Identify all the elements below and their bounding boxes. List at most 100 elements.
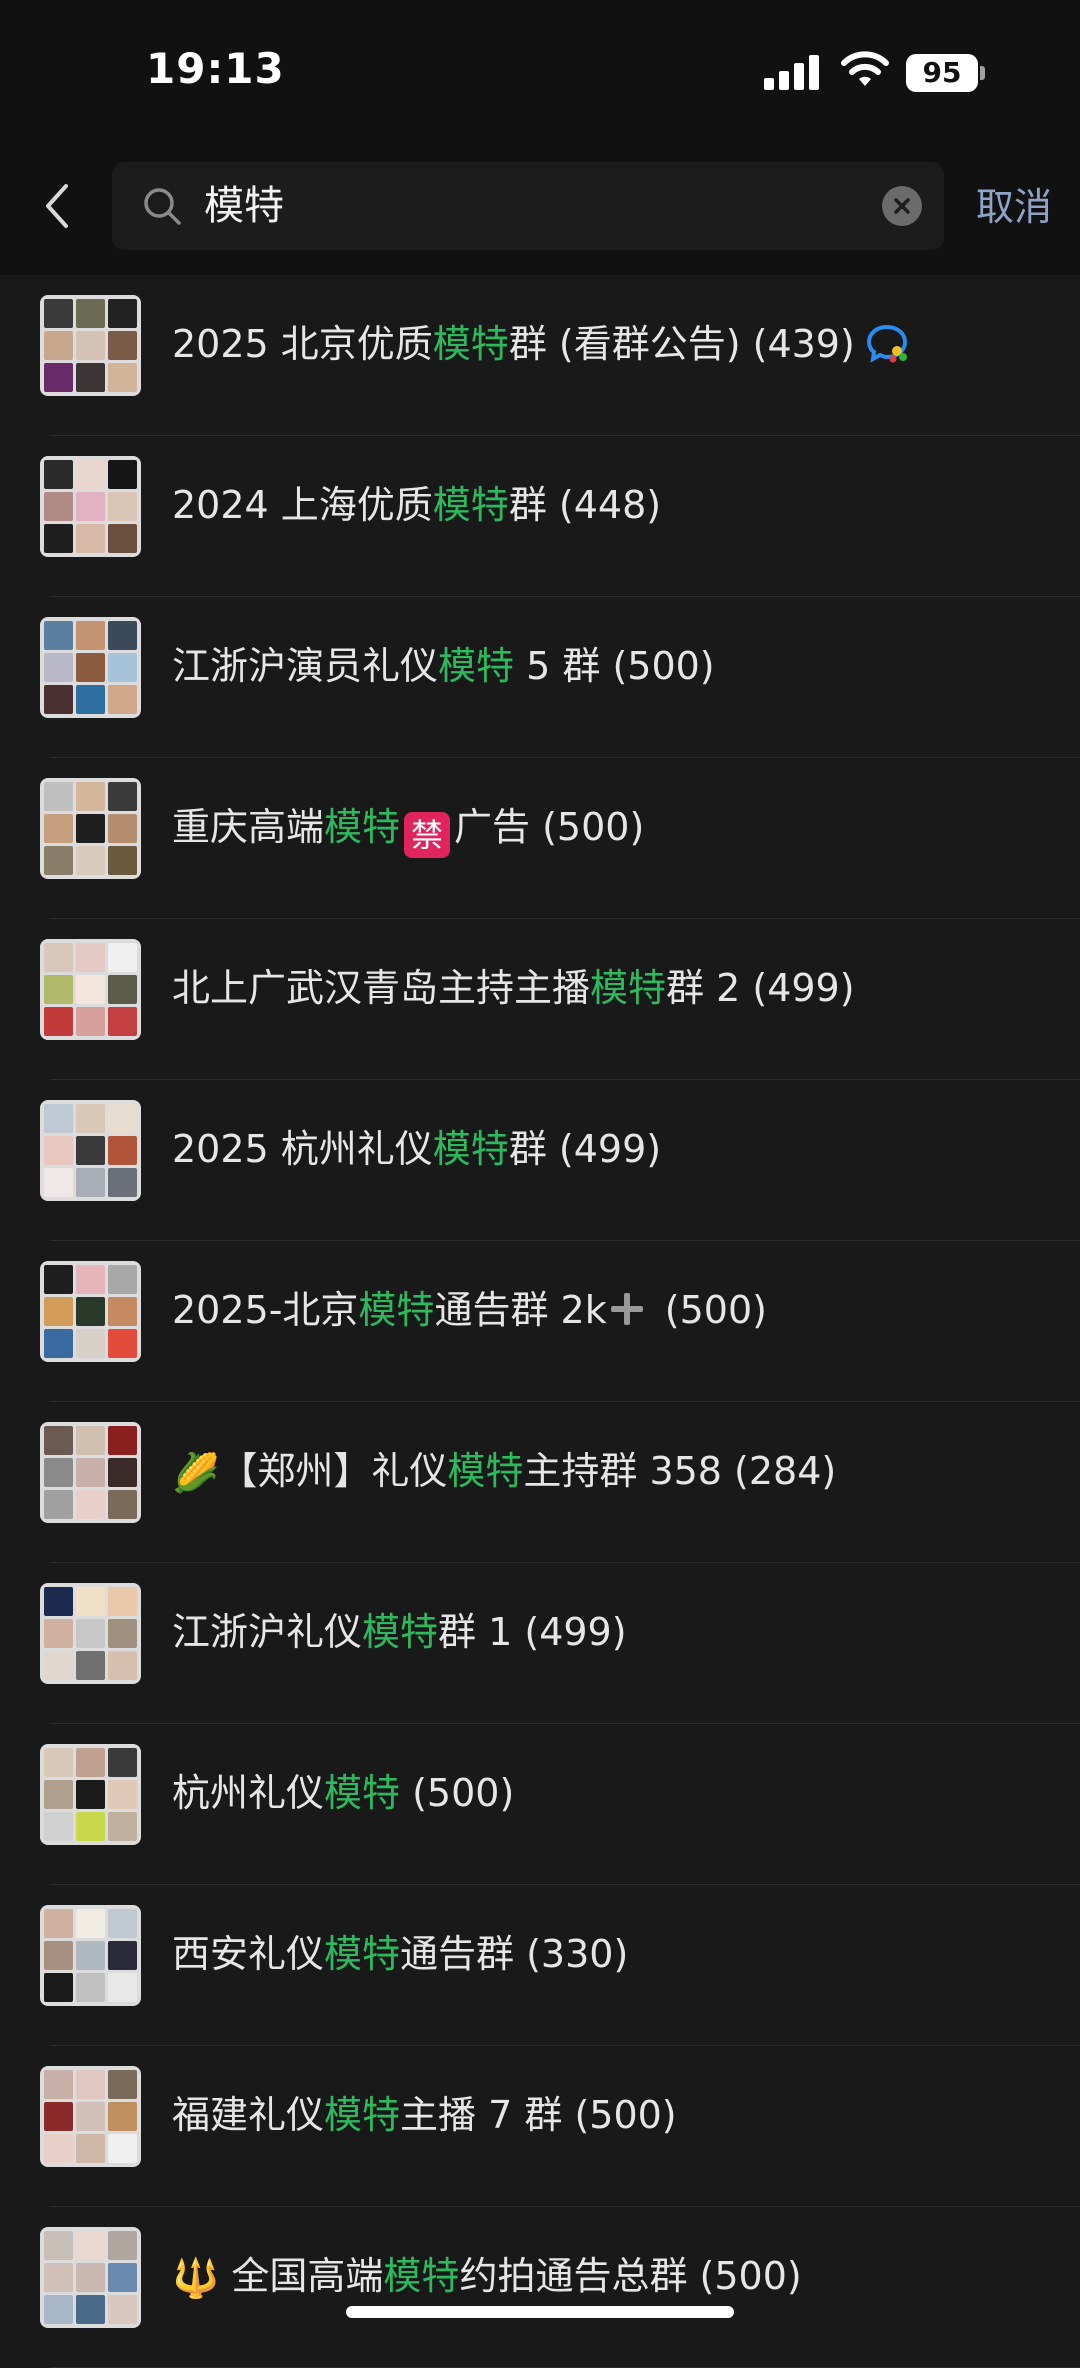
list-item[interactable]: 杭州礼仪模特 (500) xyxy=(0,1724,1080,1885)
avatar-tile xyxy=(44,1909,73,1938)
search-match-highlight: 模特 xyxy=(447,1449,524,1493)
avatar-tile xyxy=(76,1780,105,1809)
avatar-tile xyxy=(44,2070,73,2099)
cellular-signal-icon xyxy=(764,54,824,90)
list-item[interactable]: 🌽【郑州】礼仪模特主持群 358 (284) xyxy=(0,1402,1080,1563)
avatar-tile xyxy=(76,1812,105,1841)
avatar-tile xyxy=(76,1297,105,1326)
avatar-tile xyxy=(108,1619,137,1648)
group-name-text: 西安礼仪 xyxy=(172,1932,325,1976)
group-name-text: 2025 北京优质 xyxy=(172,322,433,366)
list-item[interactable]: 西安礼仪模特通告群 (330) xyxy=(0,1885,1080,2046)
group-name-text: 通告群 2k xyxy=(434,1288,607,1332)
battery-indicator: 95 xyxy=(906,54,978,92)
list-item[interactable]: 重庆高端模特禁广告 (500) xyxy=(0,758,1080,919)
avatar-tile xyxy=(76,1587,105,1616)
avatar-tile xyxy=(44,2295,73,2324)
status-time: 19:13 xyxy=(146,44,285,93)
avatar-tile xyxy=(44,943,73,972)
avatar-tile xyxy=(44,1426,73,1455)
avatar-tile xyxy=(76,331,105,360)
avatar-tile xyxy=(76,1941,105,1970)
search-match-highlight: 模特 xyxy=(324,1932,401,1976)
search-icon xyxy=(144,188,181,225)
avatar-tile xyxy=(44,1587,73,1616)
group-name-text: 2025 杭州礼仪 xyxy=(172,1127,433,1171)
group-avatar xyxy=(40,617,141,718)
avatar-tile xyxy=(76,2295,105,2324)
avatar-tile xyxy=(44,2231,73,2260)
list-item[interactable]: 福建礼仪模特主播 7 群 (500) xyxy=(0,2046,1080,2207)
avatar-tile xyxy=(76,524,105,553)
group-avatar xyxy=(40,939,141,1040)
avatar-tile xyxy=(44,975,73,1004)
list-item[interactable]: 江浙沪礼仪模特群 1 (499) xyxy=(0,1563,1080,1724)
group-name-text: 主播 7 群 (500) xyxy=(400,2093,677,2137)
emoji-icon: 🔱 xyxy=(172,2256,220,2300)
avatar-tile xyxy=(108,492,137,521)
list-item[interactable]: 2024 上海优质模特群 (448) xyxy=(0,436,1080,597)
avatar-tile xyxy=(108,1909,137,1938)
clear-search-button[interactable] xyxy=(882,186,922,226)
search-input[interactable]: 模特 xyxy=(112,162,944,250)
avatar-tile xyxy=(108,1007,137,1036)
avatar-tile xyxy=(76,492,105,521)
avatar-tile xyxy=(108,2102,137,2131)
avatar-tile xyxy=(44,1941,73,1970)
avatar-tile xyxy=(76,2231,105,2260)
avatar-tile xyxy=(76,299,105,328)
avatar-tile xyxy=(44,782,73,811)
avatar-tile xyxy=(76,1136,105,1165)
group-avatar xyxy=(40,1905,141,2006)
group-avatar xyxy=(40,2227,141,2328)
avatar-tile xyxy=(44,653,73,682)
avatar-tile xyxy=(44,1265,73,1294)
avatar-tile xyxy=(76,1104,105,1133)
avatar-tile xyxy=(108,1168,137,1197)
group-name-text: 群 (499) xyxy=(508,1127,662,1171)
avatar-tile xyxy=(44,1007,73,1036)
search-query-text[interactable]: 模特 xyxy=(204,182,284,230)
avatar-tile xyxy=(76,460,105,489)
avatar-tile xyxy=(76,1973,105,2002)
group-name: 江浙沪演员礼仪模特 5 群 (500) xyxy=(172,641,715,691)
list-item[interactable]: 2025 北京优质模特群 (看群公告) (439) xyxy=(0,275,1080,436)
list-item[interactable]: 江浙沪演员礼仪模特 5 群 (500) xyxy=(0,597,1080,758)
group-member-count: (500) xyxy=(652,1288,767,1332)
avatar-tile xyxy=(76,2134,105,2163)
avatar-tile xyxy=(44,1812,73,1841)
search-match-highlight: 模特 xyxy=(324,1771,401,1815)
avatar-tile xyxy=(108,299,137,328)
group-name-text: 杭州礼仪 xyxy=(172,1771,325,1815)
search-match-highlight: 模特 xyxy=(432,483,509,527)
avatar-tile xyxy=(108,1490,137,1519)
group-name-text: 【郑州】礼仪 xyxy=(219,1449,448,1493)
group-name-text: 通告群 (330) xyxy=(400,1932,629,1976)
list-item[interactable]: 🔱 全国高端模特约拍通告总群 (500) xyxy=(0,2207,1080,2368)
avatar-tile xyxy=(108,1651,137,1680)
search-match-highlight: 模特 xyxy=(324,2093,401,2137)
group-avatar xyxy=(40,1261,141,1362)
list-item[interactable]: 2025-北京模特通告群 2k (500) xyxy=(0,1241,1080,1402)
list-item[interactable]: 2025 杭州礼仪模特群 (499) xyxy=(0,1080,1080,1241)
avatar-tile xyxy=(44,1329,73,1358)
search-match-highlight: 模特 xyxy=(324,805,401,849)
back-button[interactable] xyxy=(34,176,78,236)
avatar-tile xyxy=(76,782,105,811)
group-avatar xyxy=(40,456,141,557)
group-avatar xyxy=(40,295,141,396)
list-item[interactable]: 北上广武汉青岛主持主播模特群 2 (499) xyxy=(0,919,1080,1080)
avatar-tile xyxy=(76,2070,105,2099)
avatar-tile xyxy=(44,1297,73,1326)
search-results-list: 2025 北京优质模特群 (看群公告) (439) 2024 上海优质模特群 (4… xyxy=(0,275,1080,2368)
search-match-highlight: 模特 xyxy=(432,1127,509,1171)
group-name-text: 全国高端 xyxy=(219,2254,384,2298)
group-name-text: 江浙沪演员礼仪 xyxy=(172,644,439,688)
avatar-tile xyxy=(108,685,137,714)
avatar-tile xyxy=(76,1265,105,1294)
avatar-tile xyxy=(76,975,105,1004)
cancel-button[interactable]: 取消 xyxy=(976,184,1052,230)
avatar-tile xyxy=(44,1780,73,1809)
avatar-tile xyxy=(44,1136,73,1165)
avatar-tile xyxy=(44,1458,73,1487)
